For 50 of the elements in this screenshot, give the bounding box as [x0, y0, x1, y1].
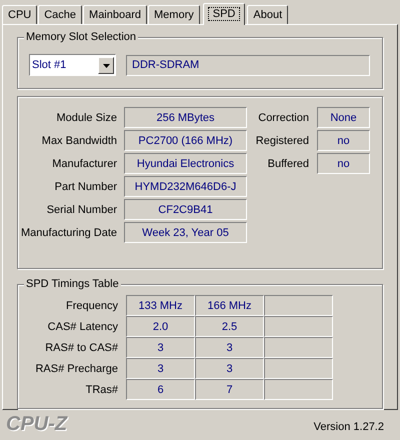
value-field: no	[317, 153, 370, 174]
table-cell	[264, 358, 333, 380]
tab[interactable]: SPD	[202, 3, 246, 25]
table-cell	[264, 316, 333, 338]
table-cell: 3	[126, 358, 195, 380]
table-cell	[264, 295, 333, 316]
version-label: Version 1.27.2	[314, 420, 385, 435]
table-cell: 2.0	[126, 316, 195, 338]
field-label: Buffered	[266, 156, 310, 172]
value-field: PC2700 (166 MHz)	[124, 130, 247, 152]
timing-label: TRas#	[84, 382, 119, 398]
table-cell: 7	[195, 379, 264, 400]
field-label: Part Number	[54, 180, 118, 195]
table-cell: 166 MHz	[195, 295, 264, 316]
table-cell	[264, 379, 333, 400]
value-field: CF2C9B41	[124, 199, 247, 220]
tab[interactable]: Cache	[38, 5, 82, 24]
tab[interactable]: CPU	[2, 5, 38, 24]
field-label: Serial Number	[46, 202, 118, 218]
table-cell: 2.5	[195, 316, 264, 338]
field-label: Manufacturer	[51, 156, 118, 172]
table-cell: 3	[195, 337, 264, 358]
timing-label: RAS# Precharge	[34, 362, 119, 377]
logo: CPU-Z	[6, 412, 68, 437]
field-label: Correction	[257, 110, 310, 126]
table-cell: 133 MHz	[126, 295, 195, 316]
field-label: Registered	[254, 134, 310, 149]
field-label: Max Bandwidth	[40, 134, 118, 149]
field-label: Module Size	[55, 110, 118, 126]
slot-dropdown[interactable]: Slot #1	[29, 54, 116, 76]
group-title: Memory Slot Selection	[24, 30, 138, 44]
group-title: SPD Timings Table	[24, 277, 121, 292]
tab[interactable]: About	[247, 5, 288, 24]
memory-type-field: DDR-SDRAM	[126, 54, 370, 76]
value-field: Week 23, Year 05	[124, 222, 247, 244]
timing-label: Frequency	[65, 298, 119, 314]
value-field: HYMD232M646D6-J	[124, 176, 247, 198]
table-cell: 3	[195, 358, 264, 380]
table-cell: 3	[126, 337, 195, 358]
table-cell: 6	[126, 379, 195, 400]
value-field: 256 MBytes	[124, 107, 247, 128]
table-cell	[264, 337, 333, 358]
field-label: Manufacturing Date	[20, 226, 118, 241]
timing-label: CAS# Latency	[46, 320, 119, 335]
timing-label: RAS# to CAS#	[44, 340, 119, 356]
value-field: no	[317, 130, 370, 152]
value-field: Hyundai Electronics	[124, 153, 247, 174]
value-field: None	[317, 107, 370, 128]
tab[interactable]: Mainboard	[83, 5, 148, 24]
tab[interactable]: Memory	[148, 5, 200, 24]
